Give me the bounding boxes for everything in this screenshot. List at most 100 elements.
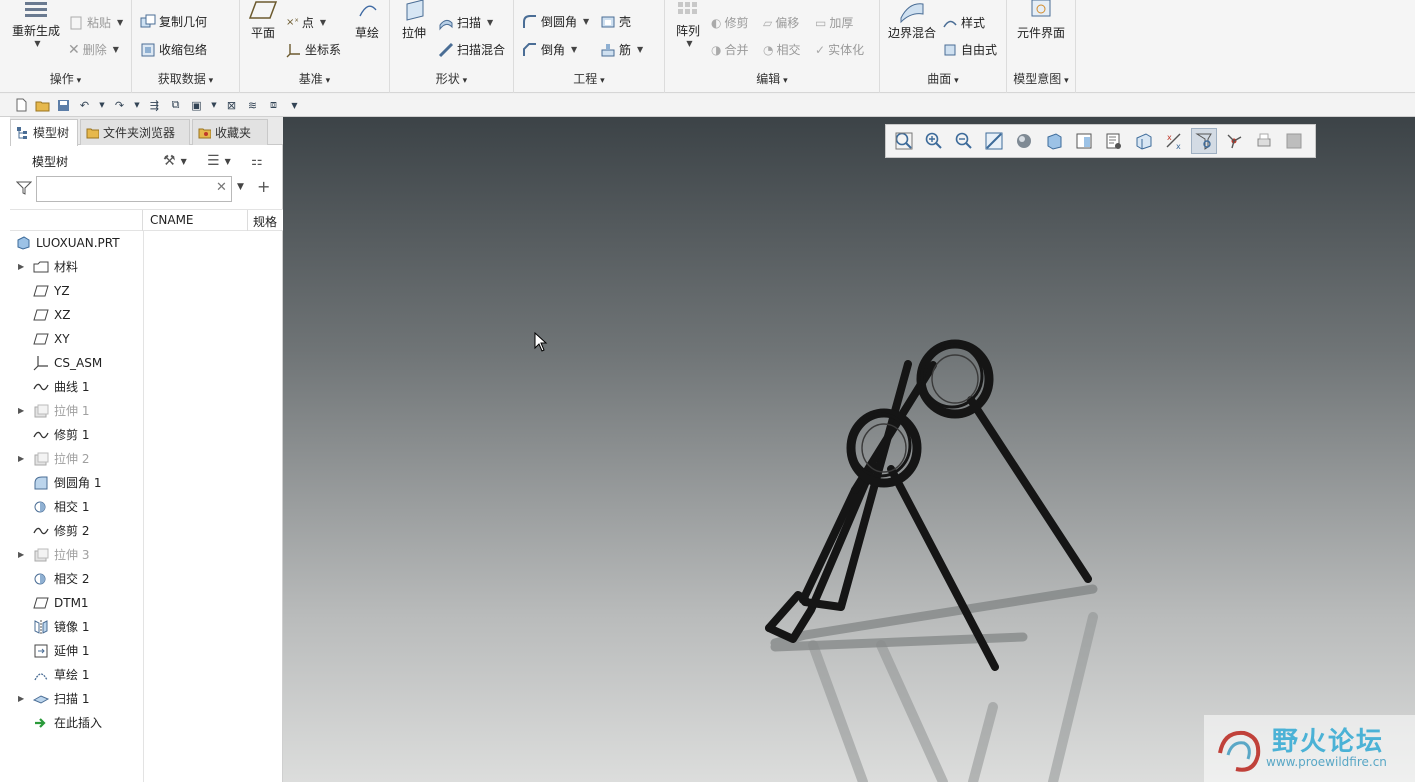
swept-blend-button[interactable]: 扫描混合 — [438, 40, 505, 60]
graphics-viewport[interactable]: xx 野火论坛 www.proewildfire.cn — [283, 117, 1415, 782]
save-icon[interactable] — [56, 98, 71, 113]
group-label-engineering[interactable]: 工程 — [514, 70, 664, 90]
switch-window-icon[interactable]: ⧈ — [266, 98, 281, 113]
column-spec[interactable]: 规格 — [253, 213, 277, 230]
tree-row[interactable]: YZ — [18, 280, 70, 302]
component-interface-button[interactable]: 元件界面 — [1011, 0, 1071, 41]
tree-row[interactable]: 延伸 1 — [18, 640, 89, 662]
zoom-in-icon[interactable] — [921, 128, 947, 154]
round-button[interactable]: 倒圆角 ▼ — [522, 12, 589, 32]
group-label-surfaces[interactable]: 曲面 — [880, 70, 1006, 90]
tree-row[interactable]: 草绘 1 — [18, 664, 89, 686]
expand-icon[interactable]: ▶ — [18, 448, 32, 470]
group-label-datum[interactable]: 基准 — [240, 70, 389, 90]
layers-icon[interactable]: ≋ — [245, 98, 260, 113]
print-icon[interactable] — [1251, 128, 1277, 154]
plane-button[interactable]: 平面 — [246, 0, 280, 41]
tree-row[interactable]: 曲线 1 — [18, 376, 89, 398]
expand-icon[interactable]: ▶ — [18, 400, 32, 422]
windows-caret-icon[interactable]: ▼ — [210, 98, 218, 113]
close-window-icon[interactable]: ⊠ — [224, 98, 239, 113]
new-file-icon[interactable] — [14, 98, 29, 113]
group-label-model-intent[interactable]: 模型意图 — [1007, 70, 1075, 90]
copy-geometry-button[interactable]: 复制几何 — [140, 12, 207, 32]
tree-row[interactable]: 相交 1 — [18, 496, 89, 518]
tree-row[interactable]: XY — [18, 328, 70, 350]
tree-row[interactable]: XZ — [18, 304, 70, 326]
delete-button[interactable]: ✕ 删除 ▼ — [68, 40, 119, 60]
tree-row[interactable]: 倒圆角 1 — [18, 472, 101, 494]
view-manager-icon[interactable] — [1071, 128, 1097, 154]
filter-icon[interactable] — [16, 181, 32, 195]
pattern-button[interactable]: 阵列 ▼ — [671, 0, 705, 48]
datum-display-icon[interactable]: xx — [1161, 128, 1187, 154]
repaint-icon[interactable] — [981, 128, 1007, 154]
tree-settings-button[interactable]: ⚒ ▼ — [163, 151, 187, 171]
offset-button[interactable]: ▱ 偏移 — [763, 13, 799, 33]
expand-icon[interactable]: ▶ — [18, 256, 32, 278]
expand-icon[interactable]: ▶ — [18, 688, 32, 710]
tree-row[interactable]: DTM1 — [18, 592, 89, 614]
undo-dropdown-icon[interactable]: ▼ — [98, 98, 106, 113]
undo-icon[interactable]: ↶ — [77, 98, 92, 113]
expand-icon[interactable]: ▶ — [18, 544, 32, 566]
csys-button[interactable]: 坐标系 — [286, 40, 341, 60]
customize-toolbar-icon[interactable]: ▼ — [287, 98, 302, 113]
tree-row[interactable]: ▶ 材料 — [18, 256, 78, 278]
paste-button[interactable]: 粘贴 ▼ — [68, 13, 123, 33]
tab-favorites[interactable]: 收藏夹 — [192, 119, 268, 145]
saved-orientations-icon[interactable] — [1041, 128, 1067, 154]
tree-row[interactable]: 在此插入 — [18, 712, 102, 734]
clear-search-icon[interactable]: ✕ — [216, 180, 227, 195]
zoom-out-icon[interactable] — [951, 128, 977, 154]
regenerate-dropdown[interactable]: ▼ — [11, 39, 64, 48]
tree-row[interactable]: CS_ASM — [18, 352, 102, 374]
window-icon[interactable]: ⧉ — [168, 98, 183, 113]
style-button[interactable]: 样式 — [942, 13, 985, 33]
tree-show-button[interactable]: ☰ ▼ — [207, 151, 231, 171]
trim-button[interactable]: ◐ 修剪 — [711, 13, 749, 33]
tree-row[interactable]: ▶ 扫描 1 — [18, 688, 89, 710]
tree-row[interactable]: 修剪 1 — [18, 424, 89, 446]
group-label-shapes[interactable]: 形状 — [390, 70, 513, 90]
intersect-button[interactable]: ◔ 相交 — [763, 40, 801, 60]
refit-icon[interactable] — [891, 128, 917, 154]
merge-button[interactable]: ◑ 合并 — [711, 40, 749, 60]
chamfer-button[interactable]: 倒角 ▼ — [522, 40, 577, 60]
extrude-button[interactable]: 拉伸 — [396, 0, 432, 41]
tree-filter-button[interactable]: ⚏ — [251, 151, 263, 171]
search-options-icon[interactable]: ▼ — [237, 182, 244, 192]
regenerate-button[interactable]: 重新生成 ▼ — [8, 2, 64, 48]
tree-row[interactable]: 镜像 1 — [18, 616, 89, 638]
column-cname[interactable]: CNAME — [150, 213, 194, 227]
tree-row[interactable]: ▶ 拉伸 2 — [18, 448, 89, 470]
group-label-get-data[interactable]: 获取数据 — [132, 70, 239, 90]
freestyle-button[interactable]: 自由式 — [942, 40, 997, 60]
column-separator[interactable] — [247, 210, 248, 231]
redo-dropdown-icon[interactable]: ▼ — [133, 98, 141, 113]
pattern-dropdown[interactable]: ▼ — [674, 39, 705, 48]
tab-model-tree[interactable]: 模型树 — [10, 119, 78, 146]
thicken-button[interactable]: ▭ 加厚 — [815, 13, 853, 33]
rib-button[interactable]: 筋 ▼ — [600, 40, 643, 60]
spin-center-icon[interactable] — [1221, 128, 1247, 154]
tree-row[interactable]: LUOXUAN.PRT — [14, 232, 120, 254]
sketch-button[interactable]: 草绘 — [352, 0, 382, 41]
group-label-editing[interactable]: 编辑 — [665, 70, 879, 90]
display-style-icon[interactable] — [1011, 128, 1037, 154]
tree-row[interactable]: 相交 2 — [18, 568, 89, 590]
tree-row[interactable]: 修剪 2 — [18, 520, 89, 542]
windows-dropdown-icon[interactable]: ▣ — [189, 98, 204, 113]
redo-icon[interactable]: ↷ — [112, 98, 127, 113]
perspective-icon[interactable] — [1101, 128, 1127, 154]
appearance-icon[interactable] — [1281, 128, 1307, 154]
shell-button[interactable]: 壳 — [600, 12, 631, 32]
group-label-operations[interactable]: 操作 — [0, 70, 131, 90]
add-icon[interactable]: + — [257, 177, 270, 196]
point-button[interactable]: ×ˣ 点 ▼ — [286, 13, 326, 33]
open-folder-icon[interactable] — [35, 98, 50, 113]
solidify-button[interactable]: ✓ 实体化 — [815, 40, 864, 60]
annotation-display-icon[interactable] — [1191, 128, 1217, 154]
tab-folder-browser[interactable]: 文件夹浏览器 — [80, 119, 190, 145]
regenerate-quick-icon[interactable]: ⇶ — [147, 98, 162, 113]
